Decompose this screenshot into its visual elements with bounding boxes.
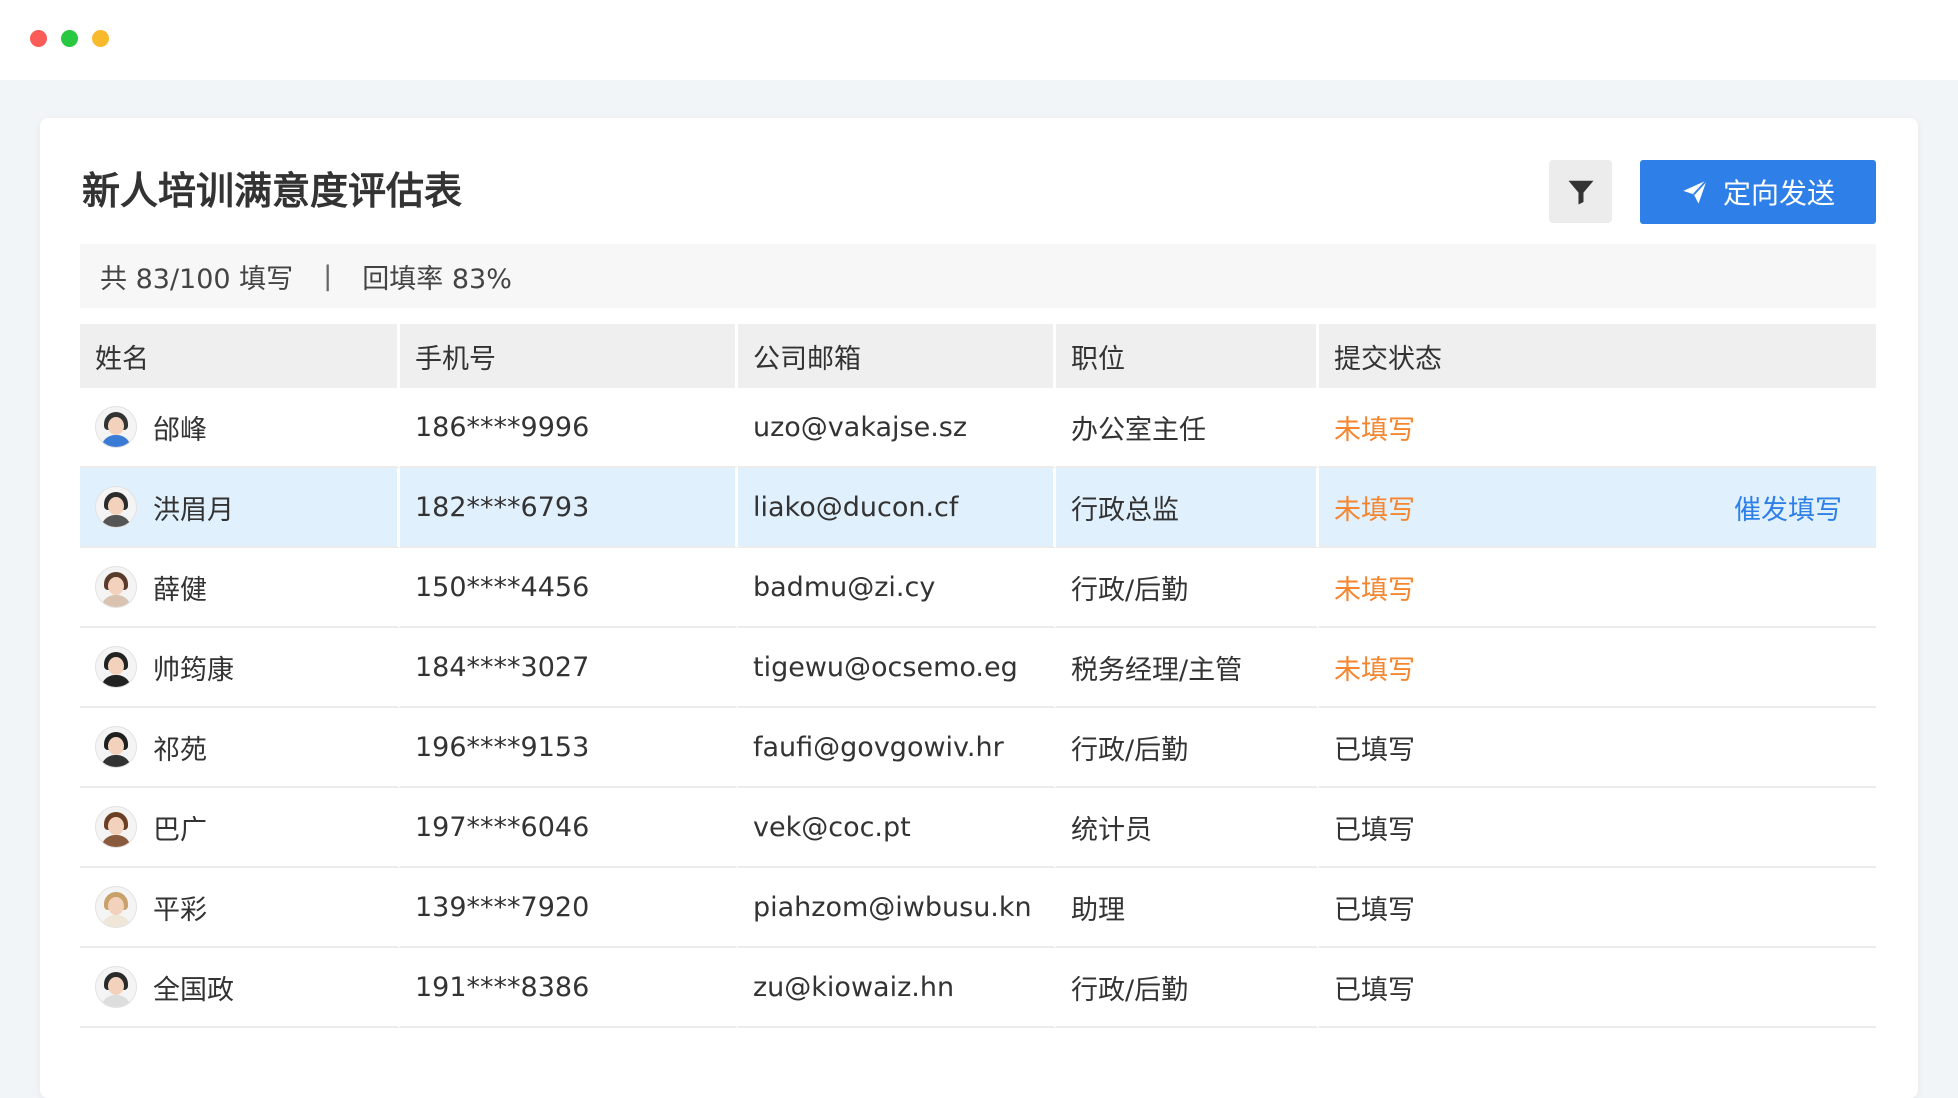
targeted-send-label: 定向发送 <box>1722 177 1835 210</box>
name-cell: 帅筠康 <box>80 628 400 708</box>
table-row[interactable]: 薛健 150****4456 badmu@zi.cy 行政/后勤 未填写 <box>80 548 1876 628</box>
submission-status: 已填写 <box>1334 814 1415 846</box>
minimize-window-button[interactable] <box>92 30 109 47</box>
job-title-cell: 税务经理/主管 <box>1056 628 1319 708</box>
submission-status: 已填写 <box>1334 974 1415 1006</box>
respondent-name: 洪眉月 <box>153 494 234 526</box>
submission-status: 已填写 <box>1334 894 1415 926</box>
status-cell: 已填写 <box>1319 948 1876 1028</box>
job-title-cell: 行政/后勤 <box>1056 548 1319 628</box>
avatar <box>95 566 137 608</box>
page-title: 新人培训满意度评估表 <box>82 169 463 213</box>
job-title-cell: 行政/后勤 <box>1056 708 1319 788</box>
avatar <box>95 806 137 848</box>
phone-cell: 139****7920 <box>400 868 738 948</box>
email-cell: tigewu@ocsemo.eg <box>738 628 1056 708</box>
email-cell: zu@kiowaiz.hn <box>738 948 1056 1028</box>
response-rate: 回填率 83% <box>362 263 512 295</box>
phone-cell: 150****4456 <box>400 548 738 628</box>
avatar <box>95 486 137 528</box>
submission-status: 未填写 <box>1334 414 1415 446</box>
respondent-name: 邰峰 <box>153 414 207 446</box>
name-cell: 祁苑 <box>80 708 400 788</box>
email-cell: vek@coc.pt <box>738 788 1056 868</box>
targeted-send-button[interactable]: 定向发送 <box>1640 160 1876 224</box>
job-title-cell: 助理 <box>1056 868 1319 948</box>
phone-cell: 184****3027 <box>400 628 738 708</box>
column-header-name[interactable]: 姓名 <box>80 324 400 388</box>
avatar <box>95 886 137 928</box>
job-title-cell: 行政总监 <box>1056 468 1319 548</box>
avatar <box>95 966 137 1008</box>
respondent-name: 帅筠康 <box>153 654 234 686</box>
close-window-button[interactable] <box>30 30 47 47</box>
filter-icon <box>1568 180 1593 204</box>
submission-status: 未填写 <box>1334 574 1415 606</box>
table-row[interactable]: 巴广 197****6046 vek@coc.pt 统计员 已填写 <box>80 788 1876 868</box>
job-title-cell: 统计员 <box>1056 788 1319 868</box>
email-cell: badmu@zi.cy <box>738 548 1056 628</box>
response-count: 共 83/100 填写 <box>100 263 294 295</box>
maximize-window-button[interactable] <box>61 30 78 47</box>
table-row[interactable]: 洪眉月 182****6793 liako@ducon.cf 行政总监 未填写 催发填写 <box>80 468 1876 548</box>
job-title-cell: 办公室主任 <box>1056 388 1319 468</box>
phone-cell: 197****6046 <box>400 788 738 868</box>
column-header-phone[interactable]: 手机号 <box>400 324 738 388</box>
summary-separator: | <box>323 260 333 292</box>
survey-card: 新人培训满意度评估表 定向发送 共 83/100 填写 | 回填率 83% 姓名… <box>40 118 1918 1098</box>
status-cell: 未填写 <box>1319 388 1876 468</box>
avatar <box>95 406 137 448</box>
status-cell: 未填写 <box>1319 548 1876 628</box>
respondent-name: 平彩 <box>153 894 207 926</box>
email-cell: faufi@govgowiv.hr <box>738 708 1056 788</box>
phone-cell: 191****8386 <box>400 948 738 1028</box>
column-header-title[interactable]: 职位 <box>1056 324 1319 388</box>
phone-cell: 182****6793 <box>400 468 738 548</box>
phone-cell: 186****9996 <box>400 388 738 468</box>
column-header-status[interactable]: 提交状态 <box>1319 324 1876 388</box>
respondent-name: 薛健 <box>153 574 207 606</box>
response-summary: 共 83/100 填写 | 回填率 83% <box>80 244 1876 308</box>
table-row[interactable]: 祁苑 196****9153 faufi@govgowiv.hr 行政/后勤 已填写 <box>80 708 1876 788</box>
table-row[interactable]: 全国政 191****8386 zu@kiowaiz.hn 行政/后勤 已填写 <box>80 948 1876 1028</box>
urge-fill-link[interactable]: 催发填写 <box>1734 488 1842 527</box>
email-cell: liako@ducon.cf <box>738 468 1056 548</box>
status-cell: 未填写 催发填写 <box>1319 468 1876 548</box>
status-cell: 未填写 <box>1319 628 1876 708</box>
respondent-name: 祁苑 <box>153 734 207 766</box>
avatar <box>95 646 137 688</box>
name-cell: 洪眉月 <box>80 468 400 548</box>
status-cell: 已填写 <box>1319 788 1876 868</box>
status-cell: 已填写 <box>1319 708 1876 788</box>
name-cell: 平彩 <box>80 868 400 948</box>
paper-plane-icon <box>1683 179 1708 204</box>
name-cell: 邰峰 <box>80 388 400 468</box>
respondent-name: 巴广 <box>153 814 207 846</box>
filter-button[interactable] <box>1549 160 1612 223</box>
respondent-name: 全国政 <box>153 974 234 1006</box>
phone-cell: 196****9153 <box>400 708 738 788</box>
table-row[interactable]: 平彩 139****7920 piahzom@iwbusu.kn 助理 已填写 <box>80 868 1876 948</box>
table-header-row: 姓名 手机号 公司邮箱 职位 提交状态 <box>80 324 1876 388</box>
submission-status: 已填写 <box>1334 734 1415 766</box>
window-titlebar <box>0 0 1958 80</box>
column-header-email[interactable]: 公司邮箱 <box>738 324 1056 388</box>
name-cell: 全国政 <box>80 948 400 1028</box>
respondents-table: 姓名 手机号 公司邮箱 职位 提交状态 邰峰 186****9996 uzo@vak… <box>80 324 1876 1028</box>
name-cell: 巴广 <box>80 788 400 868</box>
email-cell: uzo@vakajse.sz <box>738 388 1056 468</box>
table-row[interactable]: 邰峰 186****9996 uzo@vakajse.sz 办公室主任 未填写 <box>80 388 1876 468</box>
status-cell: 已填写 <box>1319 868 1876 948</box>
submission-status: 未填写 <box>1334 654 1415 686</box>
avatar <box>95 726 137 768</box>
email-cell: piahzom@iwbusu.kn <box>738 868 1056 948</box>
submission-status: 未填写 <box>1334 494 1415 526</box>
table-row[interactable]: 帅筠康 184****3027 tigewu@ocsemo.eg 税务经理/主管 未填写 <box>80 628 1876 708</box>
name-cell: 薛健 <box>80 548 400 628</box>
job-title-cell: 行政/后勤 <box>1056 948 1319 1028</box>
